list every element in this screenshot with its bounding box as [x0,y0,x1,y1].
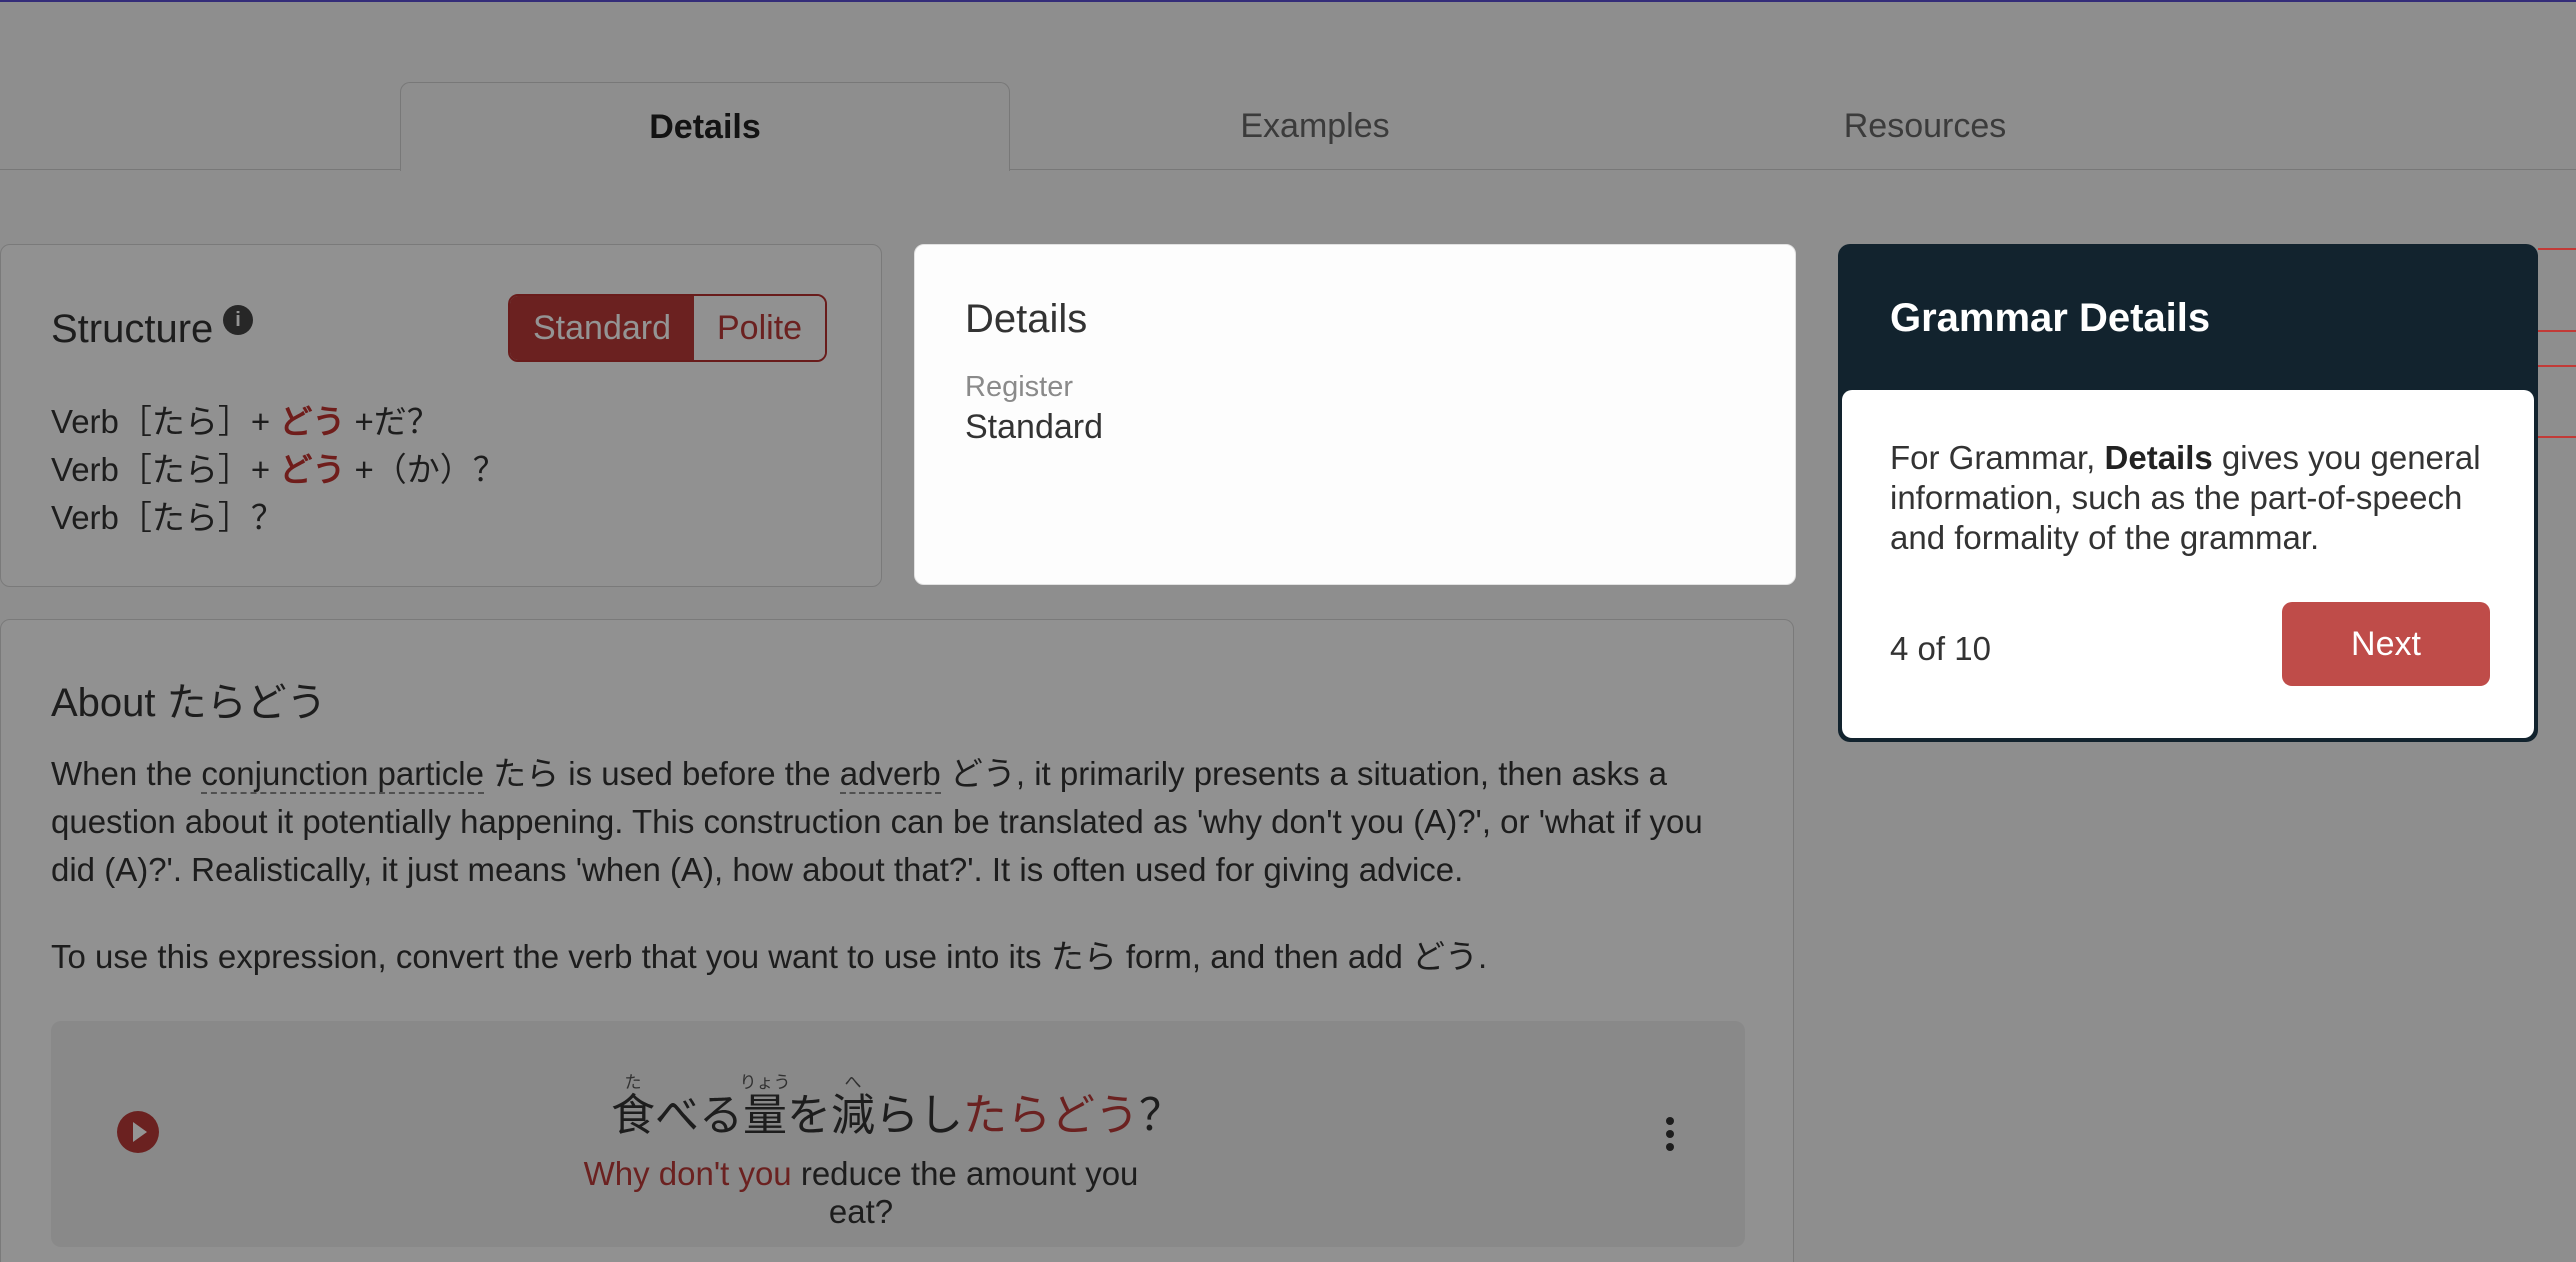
edge-line [2538,436,2576,438]
details-card: Details Register Standard [914,244,1796,585]
popover-title: Grammar Details [1890,296,2211,340]
register-label: Register [965,371,1073,403]
next-button[interactable]: Next [2282,602,2490,686]
popover-text: For Grammar, [1890,439,2105,476]
popover-description: For Grammar, Details gives you general i… [1890,438,2500,558]
step-counter: 4 of 10 [1890,630,1991,667]
popover-body: For Grammar, Details gives you general i… [1842,390,2534,738]
edge-line [2538,330,2576,332]
details-title: Details [965,297,1088,341]
register-value: Standard [965,408,1103,446]
popover-bold-text: Details [2104,439,2213,476]
tutorial-popover: Grammar Details For Grammar, Details giv… [1838,244,2538,742]
edge-line [2538,365,2576,367]
edge-line [2538,248,2576,250]
